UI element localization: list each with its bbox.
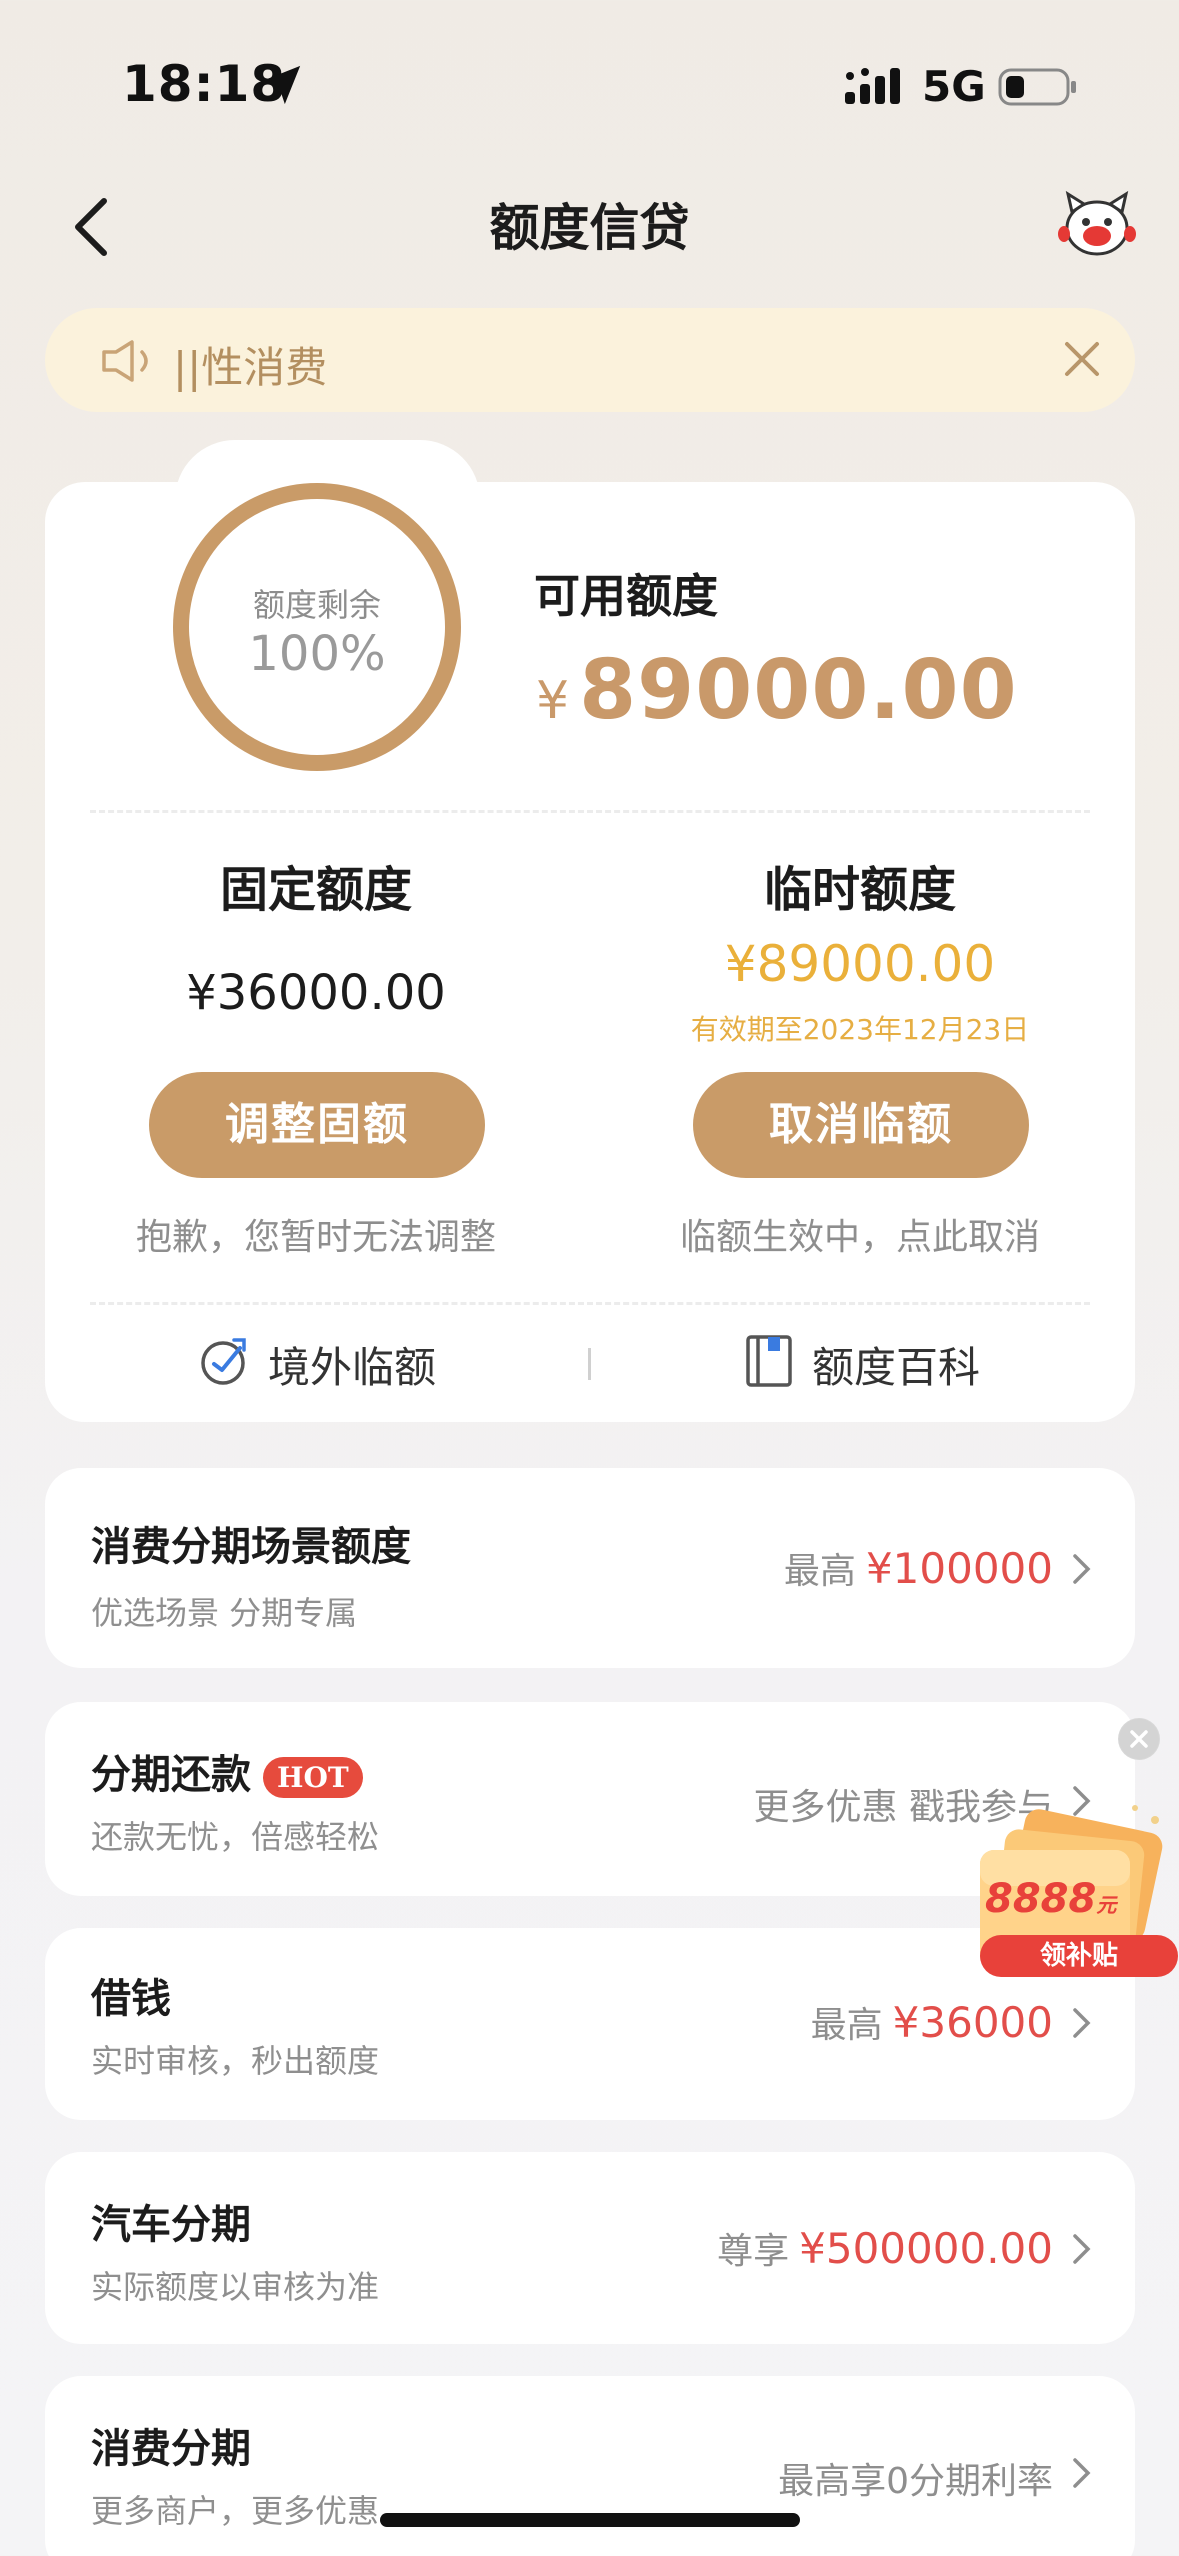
card-right-value: 最高 ¥36000 — [811, 1996, 1053, 2048]
card-right-amount: ¥100000 — [865, 1544, 1053, 1593]
card-subtitle: 实时审核，秒出额度 — [91, 2042, 380, 2080]
temp-note[interactable]: 临额生效中，点此取消 — [640, 1208, 1080, 1260]
book-icon — [746, 1335, 792, 1387]
card-right-amount: ¥500000.00 — [799, 2224, 1053, 2273]
card-title: 消费分期 — [91, 2426, 251, 2472]
card-right-amount: ¥36000 — [892, 1998, 1053, 2047]
plane-globe-icon — [201, 1338, 246, 1385]
page-title: 额度信贷 — [489, 199, 690, 257]
card-subtitle: 更多商户，更多优惠 — [91, 2492, 380, 2530]
chevron-right-icon — [1073, 2008, 1091, 2038]
card-right-prefix: 最高 — [810, 2005, 883, 2046]
notice-text: ||性消费 — [173, 343, 328, 392]
hot-badge: HOT — [263, 1756, 363, 1798]
chevron-right-icon — [1073, 1554, 1091, 1584]
card-title: 汽车分期 — [91, 2202, 251, 2248]
card-subtitle: 优选场景 分期专属 — [91, 1594, 358, 1632]
close-icon[interactable] — [1061, 338, 1103, 380]
card-title-wrap: 分期还款 HOT — [91, 1742, 363, 1800]
mascot-icon[interactable] — [1058, 190, 1136, 260]
list-card-installment-scene[interactable]: 消费分期场景额度 优选场景 分期专属 最高 ¥100000 — [45, 1468, 1135, 1668]
available-credit-value: 89000.00 — [579, 643, 1018, 738]
signal-icon — [845, 68, 900, 104]
overseas-temp-credit-link[interactable]: 境外临额 — [268, 1334, 436, 1395]
available-credit-amount: ¥89000.00 — [536, 643, 1018, 738]
link-divider — [588, 1348, 591, 1380]
claim-subsidy-button[interactable]: 领补贴 — [980, 1935, 1178, 1977]
cancel-temp-button[interactable]: 取消临额 — [693, 1072, 1029, 1178]
temp-credit-expiry: 有效期至2023年12月23日 — [690, 1013, 1030, 1046]
promo-amount[interactable]: 8888元 — [985, 1876, 1116, 1922]
promo-amount-value: 8888 — [985, 1876, 1097, 1922]
home-indicator — [380, 2513, 800, 2527]
chevron-right-icon — [1073, 2458, 1091, 2488]
card-title: 借钱 — [91, 1976, 171, 2022]
card-right-prefix: 最高 — [783, 1551, 856, 1592]
card-subtitle: 实际额度以审核为准 — [91, 2268, 380, 2306]
battery-icon — [998, 68, 1076, 106]
adjust-fixed-button[interactable]: 调整固额 — [149, 1072, 485, 1178]
divider — [90, 810, 1090, 813]
fixed-credit-amount: ¥36000.00 — [186, 965, 446, 1021]
card-right-value: 最高 ¥100000 — [784, 1542, 1053, 1594]
card-subtitle: 还款无忧，倍感轻松 — [91, 1818, 380, 1856]
list-card-installment-repay[interactable]: 分期还款 HOT 还款无忧，倍感轻松 更多优惠 戳我参与 — [45, 1702, 1135, 1896]
ring-label: 额度剩余 — [252, 586, 381, 624]
card-right-prefix: 尊享 — [717, 2231, 790, 2272]
temp-credit-title: 临时额度 — [763, 862, 956, 918]
list-card-borrow[interactable]: 借钱 实时审核，秒出额度 最高 ¥36000 — [45, 1928, 1135, 2120]
card-title: 消费分期场景额度 — [91, 1524, 411, 1570]
speaker-icon — [102, 340, 148, 382]
fixed-note: 抱歉，您暂时无法调整 — [135, 1217, 496, 1258]
location-arrow-icon — [261, 65, 301, 105]
ring-percent: 100% — [248, 626, 386, 682]
network-type: 5G — [922, 62, 986, 111]
chevron-right-icon — [1073, 2234, 1091, 2264]
card-right-value: 尊享 ¥500000.00 — [717, 2222, 1053, 2274]
notice-banner[interactable]: ||性消费 — [45, 308, 1135, 412]
promo-close-icon[interactable] — [1118, 1718, 1160, 1760]
divider — [90, 1302, 1090, 1305]
list-card-car-installment[interactable]: 汽车分期 实际额度以审核为准 尊享 ¥500000.00 — [45, 2152, 1135, 2344]
fixed-credit-title: 固定额度 — [219, 862, 412, 918]
available-credit-label: 可用额度 — [534, 569, 718, 623]
temp-credit-amount: ¥89000.00 — [724, 935, 996, 993]
currency-symbol: ¥ — [536, 671, 570, 731]
list-card-consumer-installment[interactable]: 消费分期 更多商户，更多优惠 最高享0分期利率 — [45, 2376, 1135, 2556]
card-right-text: 最高享0分期利率 — [778, 2461, 1053, 2502]
promo-amount-unit: 元 — [1096, 1893, 1117, 1917]
credit-encyclopedia-link[interactable]: 额度百科 — [812, 1334, 980, 1395]
card-title: 分期还款 — [91, 1752, 251, 1798]
